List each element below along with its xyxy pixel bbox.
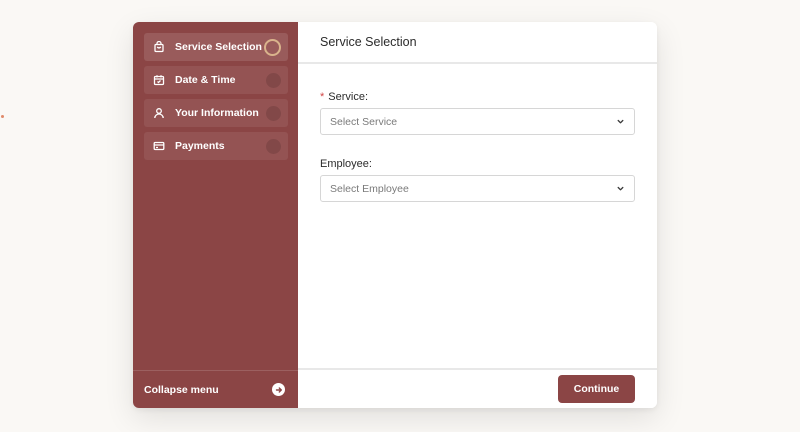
employee-select-placeholder: Select Employee xyxy=(330,182,409,195)
service-form: * Service: Select Service Employee: Sele… xyxy=(298,64,657,202)
sidebar-item-label: Service Selection xyxy=(175,41,262,53)
sidebar-item-your-information[interactable]: Your Information xyxy=(144,99,288,127)
collapse-menu-label: Collapse menu xyxy=(144,383,219,396)
continue-button[interactable]: Continue xyxy=(558,375,635,403)
step-status-ring xyxy=(266,138,281,154)
service-select-placeholder: Select Service xyxy=(330,115,398,128)
sidebar-item-payments[interactable]: Payments xyxy=(144,132,288,160)
step-status-ring xyxy=(266,72,281,88)
step-status-ring xyxy=(266,105,281,121)
calendar-icon xyxy=(152,73,166,87)
booking-widget: Service Selection Date & Time Your Infor… xyxy=(133,22,657,408)
sidebar-item-label: Your Information xyxy=(175,107,259,119)
main-panel: Service Selection * Service: Select Serv… xyxy=(298,22,657,408)
main-header: Service Selection xyxy=(298,22,657,64)
employee-label-text: Employee: xyxy=(320,158,372,170)
sidebar-item-label: Payments xyxy=(175,140,225,152)
sidebar: Service Selection Date & Time Your Infor… xyxy=(133,22,298,408)
user-icon xyxy=(152,106,166,120)
sidebar-item-date-time[interactable]: Date & Time xyxy=(144,66,288,94)
arrow-right-icon xyxy=(272,383,285,396)
page-title: Service Selection xyxy=(320,35,417,49)
shopping-bag-icon xyxy=(152,40,166,54)
service-label: * Service: xyxy=(320,91,635,103)
service-select[interactable]: Select Service xyxy=(320,108,635,135)
credit-card-icon xyxy=(152,139,166,153)
chevron-down-icon xyxy=(616,184,625,193)
step-status-ring xyxy=(264,38,281,56)
sidebar-item-service-selection[interactable]: Service Selection xyxy=(144,33,288,61)
employee-select[interactable]: Select Employee xyxy=(320,175,635,202)
background-dot xyxy=(1,115,4,118)
service-label-text: Service: xyxy=(328,91,369,103)
employee-label: Employee: xyxy=(320,158,635,170)
collapse-menu-button[interactable]: Collapse menu xyxy=(133,370,298,408)
main-footer: Continue xyxy=(298,368,657,408)
sidebar-item-label: Date & Time xyxy=(175,74,236,86)
required-mark: * xyxy=(320,91,325,103)
chevron-down-icon xyxy=(616,117,625,126)
